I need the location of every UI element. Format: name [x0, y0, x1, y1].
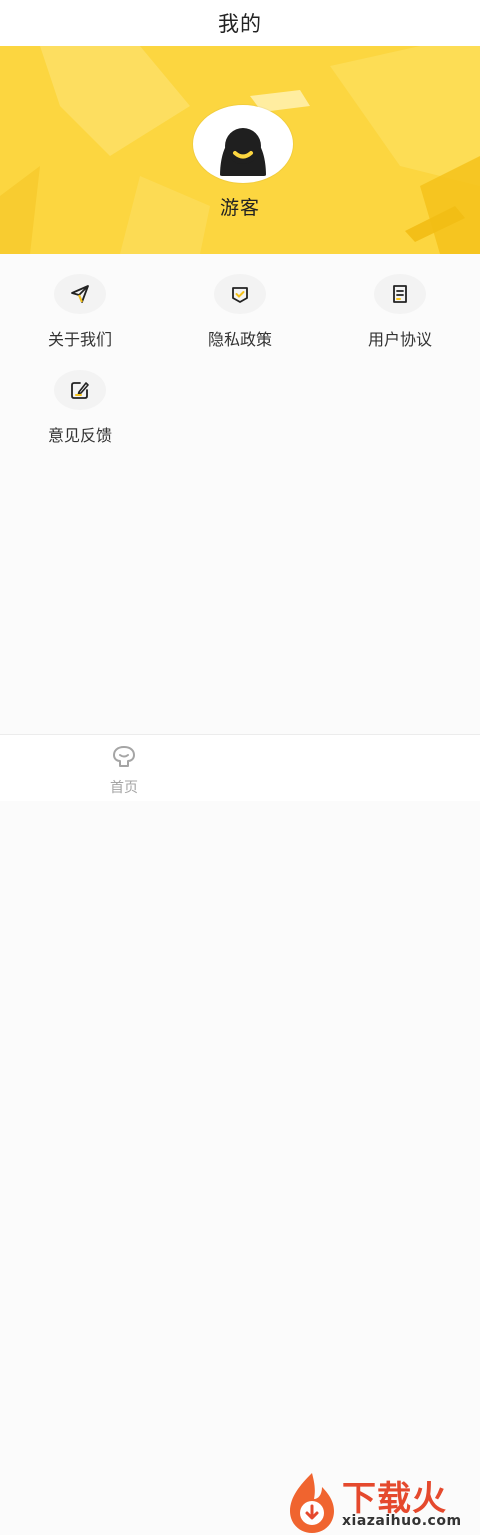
menu-item-about-us[interactable]: 关于我们	[20, 270, 140, 360]
username: 游客	[219, 197, 260, 219]
privacy-policy-icon-bg	[214, 274, 266, 314]
user-agreement-icon-bg	[374, 274, 426, 314]
watermark-url: xiazaihuo.com	[342, 1513, 462, 1529]
home-icon	[113, 746, 135, 767]
menu-item-feedback[interactable]: 意见反馈	[20, 366, 140, 456]
bottom-tab-bar: 首页 下载火 xiazaihuo.com	[0, 734, 480, 1533]
top-navigation-bar: 我的	[0, 0, 480, 46]
menu-item-privacy-policy[interactable]: 隐私政策	[180, 270, 300, 360]
feedback-label: 意见反馈	[47, 426, 112, 445]
about-us-icon-bg	[54, 274, 106, 314]
privacy-policy-label: 隐私政策	[207, 330, 272, 349]
watermark: 下载火 xiazaihuo.com	[282, 1469, 480, 1535]
tab-home-label: 首页	[110, 780, 138, 796]
document-icon	[393, 285, 407, 303]
tab-home[interactable]: 首页	[64, 735, 184, 801]
menu-item-user-agreement[interactable]: 用户协议	[340, 270, 460, 360]
avatar[interactable]	[193, 105, 293, 183]
feedback-icon-bg	[54, 370, 106, 410]
send-icon	[71, 285, 89, 303]
user-agreement-label: 用户协议	[367, 330, 432, 349]
flame-logo-icon	[290, 1473, 334, 1533]
user-avatar-icon	[197, 109, 289, 179]
edit-icon	[71, 382, 89, 399]
profile-banner: 游客	[0, 46, 480, 254]
about-us-label: 关于我们	[47, 330, 112, 349]
page-title: 我的	[218, 12, 262, 36]
shield-check-icon	[232, 287, 248, 303]
